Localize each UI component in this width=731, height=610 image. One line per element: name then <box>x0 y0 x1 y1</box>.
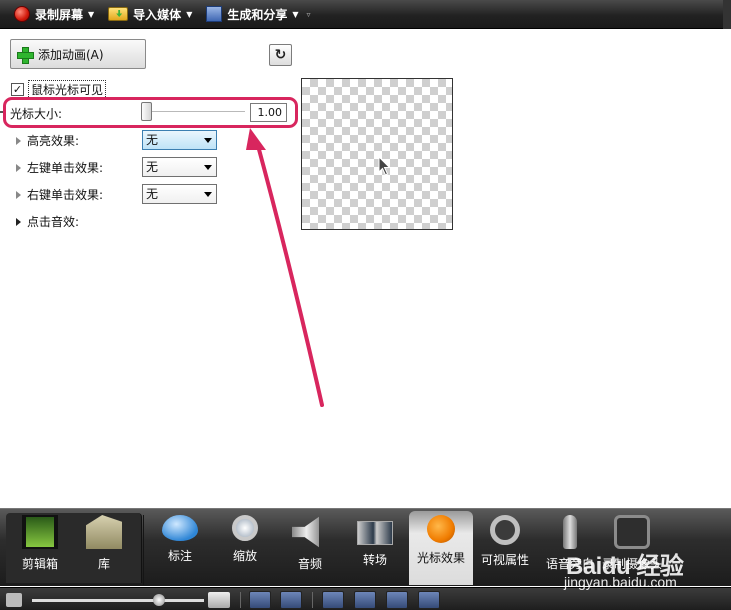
produce-share-menu[interactable]: 生成和分享 ▼ <box>206 6 299 23</box>
dock-item-label: 光标效果 <box>416 551 465 565</box>
copy-icon[interactable] <box>386 591 408 609</box>
chevron-down-icon: ▼ <box>292 9 299 19</box>
toolbar-separator <box>312 592 313 608</box>
dock-item-zoom[interactable]: 缩放 <box>213 511 277 585</box>
film-clip-icon <box>22 515 58 549</box>
transition-icon <box>357 521 393 545</box>
split-icon[interactable] <box>354 591 376 609</box>
left-click-effect-value: 无 <box>146 160 159 174</box>
cut-icon[interactable] <box>322 591 344 609</box>
left-click-effect-select[interactable]: 无 <box>142 157 217 177</box>
dock-separator <box>143 515 144 585</box>
redo-icon[interactable] <box>280 591 302 609</box>
toolbar-separator <box>240 592 241 608</box>
expand-triangle-icon[interactable] <box>16 163 21 172</box>
timeline-zoom-thumb[interactable] <box>153 594 165 606</box>
timeline-zoom-slider[interactable] <box>32 599 204 602</box>
dropdown-arrow-icon <box>204 165 212 170</box>
left-click-effect-row[interactable]: 左键单击效果: <box>16 159 103 176</box>
highlight-effect-select[interactable]: 无 <box>142 130 217 150</box>
top-toolbar: 录制屏幕 ▼ 导入媒体 ▼ 生成和分享 ▼ ▿ <box>0 0 731 29</box>
paste-icon[interactable] <box>418 591 440 609</box>
produce-share-icon <box>206 6 223 22</box>
expand-triangle-icon[interactable] <box>16 217 21 226</box>
zoom-icon <box>232 515 258 541</box>
import-media-menu[interactable]: 导入媒体 ▼ <box>108 6 192 23</box>
reset-icon: ↻ <box>274 47 287 63</box>
chevron-down-icon: ▼ <box>186 9 193 19</box>
left-click-effect-label: 左键单击效果: <box>27 161 104 175</box>
undo-icon[interactable] <box>249 591 271 609</box>
annotation-highlight-box <box>3 97 298 128</box>
dock-item-label: 可视属性 <box>480 553 529 567</box>
import-media-label: 导入媒体 <box>133 7 182 22</box>
record-icon <box>14 6 30 22</box>
dock-item-label: 剪辑箱 <box>21 557 58 571</box>
library-icon <box>86 515 122 549</box>
import-folder-icon <box>108 7 129 21</box>
dropdown-arrow-icon <box>204 192 212 197</box>
toolbar-edge <box>723 0 731 29</box>
click-sound-row[interactable]: 点击音效: <box>16 213 79 230</box>
dock-item-cursor-effects[interactable]: 光标效果 <box>409 511 473 585</box>
toolbar-overflow-icon[interactable]: ▿ <box>307 10 311 19</box>
visual-properties-icon <box>490 515 520 545</box>
dock-item-audio[interactable]: 音频 <box>278 511 342 585</box>
highlight-effect-label: 高亮效果: <box>27 134 80 148</box>
right-click-effect-row[interactable]: 右键单击效果: <box>16 186 103 203</box>
dock-item-transitions[interactable]: 转场 <box>343 511 407 585</box>
zoom-in-icon[interactable] <box>208 592 230 608</box>
dropdown-arrow-icon <box>204 138 212 143</box>
watermark-url: jingyan.baidu.com <box>564 574 677 590</box>
dock-item-label: 转场 <box>362 553 387 567</box>
record-screen-label: 录制屏幕 <box>35 7 84 22</box>
arrow-cursor-icon <box>378 156 391 176</box>
plus-icon <box>17 46 34 64</box>
baidu-jingyan-watermark: Baidu 经验 jingyan.baidu.com <box>556 540 726 592</box>
callout-icon <box>162 515 198 541</box>
reset-button[interactable]: ↻ <box>269 44 292 66</box>
click-sound-label: 点击音效: <box>27 215 80 229</box>
expand-triangle-icon[interactable] <box>16 136 21 145</box>
cursor-effects-icon <box>427 515 455 543</box>
dock-item-callouts[interactable]: 标注 <box>148 511 212 585</box>
expand-triangle-icon[interactable] <box>16 190 21 199</box>
cursor-preview <box>301 78 453 230</box>
add-animation-label: 添加动画(A) <box>38 47 104 62</box>
dock-item-label: 标注 <box>167 549 192 563</box>
highlight-effect-value: 无 <box>146 133 159 147</box>
dock-item-label: 库 <box>97 557 110 571</box>
highlight-effect-row[interactable]: 高亮效果: <box>16 132 79 149</box>
zoom-out-icon[interactable] <box>6 593 22 607</box>
produce-share-label: 生成和分享 <box>227 7 288 22</box>
record-screen-menu[interactable]: 录制屏幕 ▼ <box>14 6 94 23</box>
right-click-effect-select[interactable]: 无 <box>142 184 217 204</box>
cursor-visible-checkbox[interactable]: ✓ <box>11 83 24 96</box>
dock-item-clip-bin[interactable]: 剪辑箱 <box>8 511 72 585</box>
right-click-effect-label: 右键单击效果: <box>27 188 104 202</box>
add-animation-button[interactable]: 添加动画(A) <box>10 39 146 69</box>
dock-item-library[interactable]: 库 <box>72 511 136 585</box>
dock-item-visual-properties[interactable]: 可视属性 <box>473 511 537 585</box>
dock-item-label: 音频 <box>297 557 322 571</box>
right-click-effect-value: 无 <box>146 187 159 201</box>
dock-item-label: 缩放 <box>232 549 257 563</box>
chevron-down-icon: ▼ <box>88 9 95 19</box>
audio-icon <box>292 516 319 548</box>
